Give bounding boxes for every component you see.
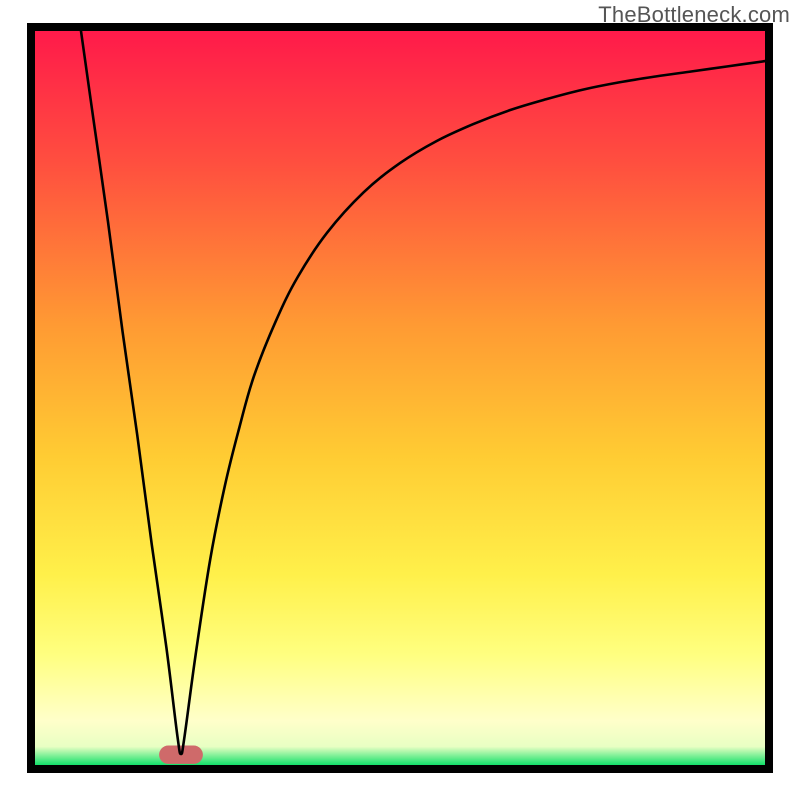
plot-gradient-bg xyxy=(35,31,765,765)
chart-stage: TheBottleneck.com xyxy=(0,0,800,800)
watermark-text: TheBottleneck.com xyxy=(598,2,790,28)
chart-svg xyxy=(0,0,800,800)
